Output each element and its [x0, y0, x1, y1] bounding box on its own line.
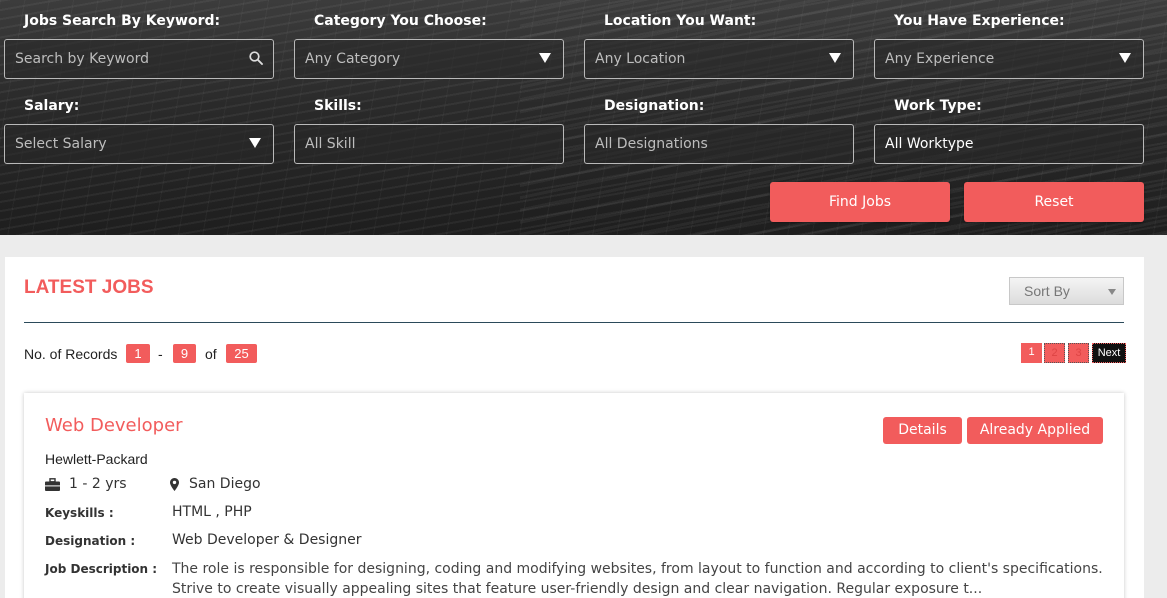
location-select[interactable]: Any Location	[584, 39, 854, 79]
worktype-input[interactable]: All Worktype	[874, 124, 1144, 164]
dropdown-arrow-icon	[1119, 53, 1131, 63]
chevron-down-icon	[1108, 289, 1116, 295]
dropdown-arrow-icon	[539, 53, 551, 63]
designation-value: All Designations	[595, 136, 708, 152]
page-1-link[interactable]: 1	[1021, 343, 1042, 363]
job-title-link[interactable]: Web Developer	[45, 415, 183, 436]
designation-label: Designation:	[604, 98, 705, 114]
sort-by-select[interactable]: Sort By	[1009, 277, 1124, 305]
worktype-value: All Worktype	[885, 136, 974, 152]
pagination: 1 2 3 Next	[1021, 343, 1126, 363]
records-from-badge: 1	[126, 344, 150, 363]
keyword-search-input[interactable]: Search by Keyword	[4, 39, 274, 79]
experience-select[interactable]: Any Experience	[874, 39, 1144, 79]
job-search-panel: Jobs Search By Keyword: Category You Cho…	[0, 0, 1167, 235]
records-of: of	[205, 346, 217, 362]
location-value: Any Location	[595, 51, 686, 67]
reset-button[interactable]: Reset	[964, 182, 1144, 222]
skills-value: All Skill	[305, 136, 356, 152]
map-marker-icon	[170, 478, 179, 491]
designation-input[interactable]: All Designations	[584, 124, 854, 164]
dropdown-arrow-icon	[829, 53, 841, 63]
experience-label: You Have Experience:	[894, 13, 1065, 29]
next-page-button[interactable]: Next	[1092, 343, 1126, 363]
salary-label: Salary:	[24, 98, 80, 114]
search-icon[interactable]	[249, 51, 263, 65]
records-total-badge: 25	[226, 344, 257, 363]
experience-value: Any Experience	[885, 51, 995, 67]
category-select[interactable]: Any Category	[294, 39, 564, 79]
job-description-text: The role is responsible for designing, c…	[172, 561, 1103, 597]
keyword-placeholder: Search by Keyword	[15, 51, 149, 67]
designation-value: Web Developer & Designer	[172, 532, 362, 548]
page-2-link[interactable]: 2	[1044, 343, 1065, 363]
job-description-label: Job Description :	[45, 562, 158, 576]
worktype-label: Work Type:	[894, 98, 982, 114]
location-value: San Diego	[189, 476, 261, 492]
skills-input[interactable]: All Skill	[294, 124, 564, 164]
page-3-link[interactable]: 3	[1068, 343, 1089, 363]
keyskills-value: HTML , PHP	[172, 504, 252, 520]
records-to-badge: 9	[173, 344, 196, 363]
company-name: Hewlett-Packard	[45, 451, 148, 467]
records-prefix: No. of Records	[24, 346, 118, 362]
details-button[interactable]: Details	[883, 417, 962, 444]
designation-label: Designation :	[45, 534, 136, 548]
briefcase-icon	[45, 478, 60, 491]
section-title: LATEST JOBS	[24, 277, 154, 298]
find-jobs-button[interactable]: Find Jobs	[770, 182, 950, 222]
salary-select[interactable]: Select Salary	[4, 124, 274, 164]
already-applied-button[interactable]: Already Applied	[967, 417, 1103, 444]
records-dash: -	[158, 346, 163, 362]
location-label: Location You Want:	[604, 13, 757, 29]
category-value: Any Category	[305, 51, 401, 67]
dropdown-arrow-icon	[249, 138, 261, 148]
sort-by-value: Sort By	[1024, 283, 1070, 299]
job-card: Web Developer Details Already Applied He…	[24, 393, 1124, 598]
keyskills-label: Keyskills :	[45, 506, 114, 520]
experience-value: 1 - 2 yrs	[69, 476, 127, 492]
category-label: Category You Choose:	[314, 13, 487, 29]
divider	[24, 322, 1124, 323]
keyword-label: Jobs Search By Keyword:	[24, 13, 221, 29]
salary-value: Select Salary	[15, 136, 107, 152]
latest-jobs-section: LATEST JOBS Sort By No. of Records 1 - 9…	[5, 257, 1144, 598]
skills-label: Skills:	[314, 98, 362, 114]
